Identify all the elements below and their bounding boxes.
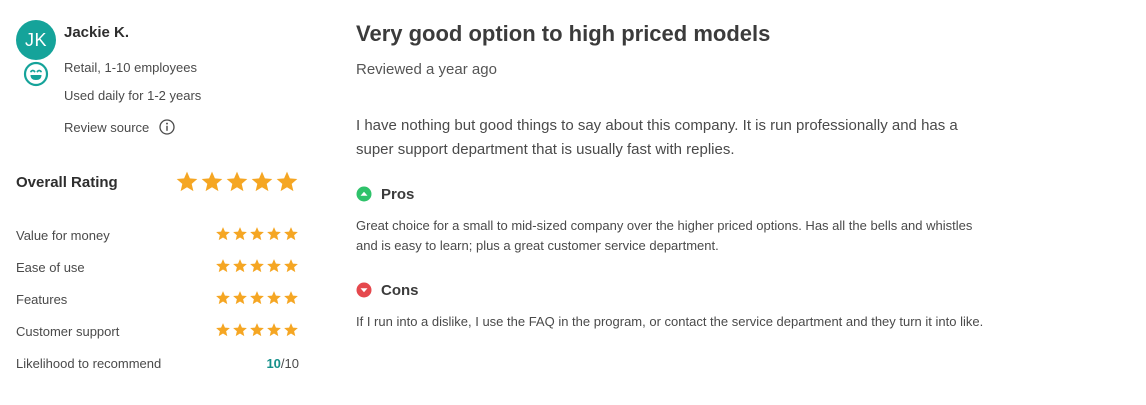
rating-row-value-for-money: Value for money — [16, 226, 299, 246]
recommend-score-value: 10 — [266, 356, 281, 371]
star-icon — [216, 291, 230, 305]
star-icon — [267, 291, 281, 305]
star-icon — [267, 323, 281, 337]
recommend-label: Likelihood to recommend — [16, 356, 162, 371]
pros-text: Great choice for a small to mid-sized co… — [356, 218, 973, 253]
star-icon — [176, 171, 198, 192]
star-icon — [250, 323, 264, 337]
star-icon — [284, 227, 298, 241]
cons-down-icon — [356, 282, 372, 298]
rating-label: Features — [16, 292, 68, 307]
rating-row-customer-support: Customer support — [16, 322, 299, 342]
rating-row-features: Features — [16, 290, 299, 310]
overall-rating-stars — [175, 170, 299, 194]
star-icon — [233, 291, 247, 305]
star-icon — [267, 259, 281, 273]
rating-label: Value for money — [16, 228, 110, 243]
star-icon — [216, 323, 230, 337]
reviewer-usage: Used daily for 1-2 years — [64, 88, 202, 103]
star-icon — [233, 227, 247, 241]
star-icon — [233, 259, 247, 273]
avatar: JK — [16, 20, 56, 60]
star-icon — [251, 171, 273, 192]
rating-stars — [215, 226, 299, 242]
recommend-score-max: /10 — [280, 356, 299, 371]
star-icon — [250, 227, 264, 241]
star-icon — [284, 323, 298, 337]
review-source-label[interactable]: Review source — [64, 120, 149, 135]
review-title: Very good option to high priced models — [356, 21, 771, 46]
pros-up-icon — [356, 186, 372, 202]
info-icon[interactable] — [159, 119, 175, 135]
star-icon — [216, 259, 230, 273]
overall-rating-label: Overall Rating — [16, 174, 118, 191]
pros-heading: Pros — [381, 186, 415, 203]
review-date: Reviewed a year ago — [356, 61, 497, 78]
rating-row-likelihood-to-recommend: Likelihood to recommend 10/10 — [16, 354, 299, 374]
star-icon — [233, 323, 247, 337]
star-icon — [276, 171, 298, 192]
star-icon — [216, 227, 230, 241]
recommend-score: 10/10 — [266, 356, 299, 371]
cons-text: If I run into a dislike, I use the FAQ i… — [356, 314, 984, 329]
cons-heading: Cons — [381, 282, 419, 299]
reviewer-company: Retail, 1-10 employees — [64, 60, 197, 75]
review-body: I have nothing but good things to say ab… — [356, 117, 958, 158]
star-icon — [284, 291, 298, 305]
rating-stars — [215, 322, 299, 338]
rating-label: Customer support — [16, 324, 120, 339]
rating-stars — [215, 290, 299, 306]
star-icon — [267, 227, 281, 241]
star-icon — [250, 259, 264, 273]
smiley-icon — [23, 61, 49, 87]
star-icon — [226, 171, 248, 192]
star-icon — [250, 291, 264, 305]
star-icon — [284, 259, 298, 273]
star-icon — [201, 171, 223, 192]
reviewer-name: Jackie K. — [64, 24, 130, 41]
rating-stars — [215, 258, 299, 274]
rating-label: Ease of use — [16, 260, 85, 275]
rating-row-ease-of-use: Ease of use — [16, 258, 299, 278]
